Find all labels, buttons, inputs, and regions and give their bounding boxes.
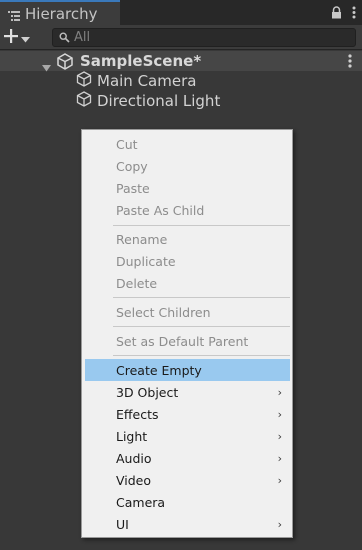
menu-item-create-empty[interactable]: Create Empty [85,359,290,381]
submenu-arrow-icon: › [277,408,282,421]
lock-icon[interactable] [331,4,342,23]
menu-item-label: 3D Object [116,384,179,400]
menu-item-label: Effects [116,406,159,422]
menu-item-rename[interactable]: Rename [85,228,290,250]
menu-item-label: Rename [116,231,168,247]
menu-item-label: Create Empty [116,362,202,378]
context-menu: Cut Copy Paste Paste As Child Rename Dup… [81,129,293,538]
menu-item-label: Duplicate [116,253,176,269]
search-input[interactable] [74,30,314,45]
menu-item-label: Paste [116,180,150,196]
menu-item-effects[interactable]: Effects › [85,403,290,425]
menu-item-video[interactable]: Video › [85,469,290,491]
search-field[interactable] [52,28,356,47]
gameobject-cube-icon [76,91,92,111]
submenu-arrow-icon: › [277,430,282,443]
submenu-arrow-icon: › [277,386,282,399]
menu-separator [113,355,290,356]
tab-title: Hierarchy [25,4,98,23]
menu-item-label: Light [116,428,148,444]
unity-scene-icon [56,53,74,74]
menu-item-label: Delete [116,275,158,291]
dropdown-caret-icon [21,28,30,47]
submenu-arrow-icon: › [277,474,282,487]
menu-item-set-default-parent[interactable]: Set as Default Parent [85,330,290,352]
menu-item-label: Camera [116,494,166,510]
menu-item-ui[interactable]: UI › [85,513,290,535]
menu-item-label: Video [116,472,152,488]
tree-item-label: Directional Light [97,92,221,110]
plus-icon [4,28,18,47]
list-icon [8,8,20,21]
menu-item-light[interactable]: Light › [85,425,290,447]
menu-item-label: Audio [116,450,152,466]
scene-options-icon[interactable] [348,53,352,72]
menu-item-duplicate[interactable]: Duplicate [85,250,290,272]
menu-item-paste[interactable]: Paste [85,177,290,199]
menu-item-audio[interactable]: Audio › [85,447,290,469]
menu-item-cut[interactable]: Cut [85,133,290,155]
tree-item-directional-light[interactable]: Directional Light [76,91,220,111]
add-object-button[interactable] [4,27,40,47]
tab-hierarchy[interactable]: Hierarchy [0,0,120,25]
submenu-arrow-icon: › [277,518,282,531]
menu-separator [113,326,290,327]
menu-item-label: Paste As Child [116,202,205,218]
collapse-arrow-icon[interactable] [42,57,51,76]
menu-item-paste-as-child[interactable]: Paste As Child [85,199,290,221]
menu-item-copy[interactable]: Copy [85,155,290,177]
menu-item-select-children[interactable]: Select Children [85,301,290,323]
search-icon [59,28,70,47]
scene-name: SampleScene* [80,52,202,70]
menu-item-label: UI [116,516,129,532]
menu-item-delete[interactable]: Delete [85,272,290,294]
submenu-arrow-icon: › [277,452,282,465]
menu-item-camera[interactable]: Camera [85,491,290,513]
menu-separator [113,225,290,226]
scene-row[interactable]: SampleScene* [0,51,362,74]
menu-item-label: Copy [116,158,148,174]
tree-item-label: Main Camera [97,72,197,90]
hierarchy-toolbar [0,25,362,50]
tree-gutter [0,50,40,550]
gameobject-cube-icon [76,71,92,91]
menu-item-label: Select Children [116,304,211,320]
menu-item-3d-object[interactable]: 3D Object › [85,381,290,403]
menu-item-label: Cut [116,136,138,152]
tree-item-main-camera[interactable]: Main Camera [76,71,196,91]
menu-separator [113,297,290,298]
tab-bar: Hierarchy [0,0,362,25]
kebab-menu-icon[interactable] [352,4,356,23]
menu-item-label: Set as Default Parent [116,333,249,349]
